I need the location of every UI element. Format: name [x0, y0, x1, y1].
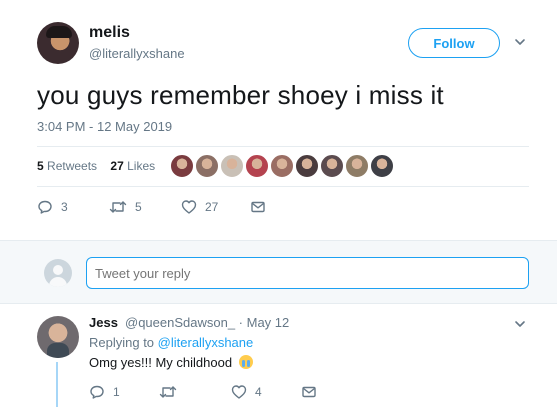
- retweet-action[interactable]: [159, 384, 177, 400]
- chevron-down-icon[interactable]: [514, 36, 526, 48]
- divider: [37, 146, 529, 147]
- replying-to-handle[interactable]: @literallyxshane: [158, 335, 254, 350]
- reply-author-meta[interactable]: @queenSdawson_ · May 12: [125, 315, 289, 330]
- envelope-icon: [251, 201, 265, 213]
- likes-count: 27: [110, 159, 124, 173]
- liker-avatar[interactable]: [170, 154, 194, 178]
- reply-tweet: Jess @queenSdawson_ · May 12 Replying to…: [0, 303, 557, 407]
- reply-action[interactable]: 1: [89, 384, 120, 400]
- liker-avatar[interactable]: [195, 154, 219, 178]
- reply-action[interactable]: 3: [37, 199, 68, 215]
- reply-icon: [38, 200, 52, 214]
- replying-to: Replying to @literallyxshane: [89, 335, 253, 350]
- liker-avatar[interactable]: [220, 154, 244, 178]
- like-action[interactable]: 4: [231, 384, 262, 400]
- retweet-action[interactable]: 5: [109, 199, 142, 215]
- retweets-count: 5: [37, 159, 44, 173]
- follow-button[interactable]: Follow: [408, 28, 500, 58]
- message-action[interactable]: [250, 199, 266, 215]
- reply-reply-count: 1: [113, 385, 120, 399]
- liker-avatar[interactable]: [245, 154, 269, 178]
- like-action[interactable]: 27: [181, 199, 218, 215]
- message-action[interactable]: [301, 384, 317, 400]
- crying-face-icon: [238, 355, 253, 369]
- likes-label: Likes: [127, 159, 156, 173]
- retweet-icon: [109, 201, 127, 213]
- thread-line: [56, 362, 58, 407]
- liker-avatar[interactable]: [270, 154, 294, 178]
- tweet-stats: 5 Retweets 27 Likes: [37, 159, 155, 173]
- heart-icon: [181, 200, 197, 214]
- reply-icon: [90, 385, 104, 399]
- envelope-icon: [302, 386, 316, 398]
- retweet-count: 5: [135, 200, 142, 214]
- divider: [37, 186, 529, 187]
- retweets-stat[interactable]: 5 Retweets: [37, 159, 97, 173]
- reply-author-name[interactable]: Jess: [89, 315, 118, 330]
- author-name[interactable]: melis: [89, 24, 130, 42]
- liker-avatar[interactable]: [320, 154, 344, 178]
- tweet-text: you guys remember shoey i miss it: [37, 80, 444, 110]
- retweets-label: Retweets: [47, 159, 98, 173]
- likes-stat[interactable]: 27 Likes: [110, 159, 155, 173]
- replying-to-label: Replying to: [89, 335, 155, 350]
- reply-author-avatar[interactable]: [37, 316, 79, 358]
- like-count: 27: [205, 200, 219, 214]
- reply-count: 3: [61, 200, 68, 214]
- reply-input[interactable]: [86, 257, 529, 289]
- reply-compose: [0, 240, 557, 304]
- author-handle[interactable]: @literallyxshane: [89, 46, 185, 61]
- chevron-down-icon[interactable]: [514, 318, 526, 330]
- liker-avatar[interactable]: [295, 154, 319, 178]
- heart-icon: [231, 385, 247, 399]
- reply-like-count: 4: [255, 385, 262, 399]
- tweet-actions: 3 5 27: [37, 199, 337, 219]
- author-avatar[interactable]: [37, 22, 79, 64]
- reply-text-content: Omg yes!!! My childhood: [89, 355, 233, 370]
- main-tweet: melis @literallyxshane Follow you guys r…: [0, 0, 557, 240]
- tweet-timestamp[interactable]: 3:04 PM - 12 May 2019: [37, 119, 172, 134]
- liker-avatar[interactable]: [345, 154, 369, 178]
- reply-actions: 1 4: [89, 384, 339, 402]
- user-avatar: [44, 259, 72, 287]
- reply-text: Omg yes!!! My childhood: [89, 355, 253, 370]
- liker-avatar[interactable]: [370, 154, 394, 178]
- retweet-icon: [159, 386, 177, 398]
